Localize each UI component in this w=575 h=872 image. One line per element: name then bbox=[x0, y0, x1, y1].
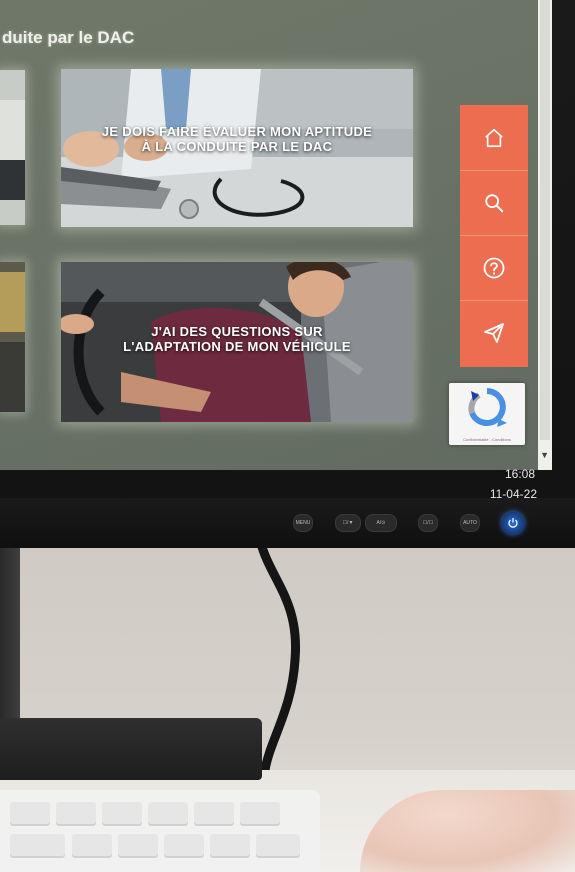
tile-evaluation[interactable]: JE DOIS FAIRE ÉVALUER MON APTITUDE À LA … bbox=[61, 69, 413, 227]
monitor: duite par le DAC JE DOIS FAIRE ÉVALUER M… bbox=[0, 0, 575, 548]
auto-button[interactable]: AUTO bbox=[460, 514, 480, 532]
power-button[interactable] bbox=[502, 512, 524, 534]
search-icon bbox=[485, 193, 504, 212]
tile-evaluation-label: JE DOIS FAIRE ÉVALUER MON APTITUDE À LA … bbox=[101, 124, 373, 154]
tile-vehicle-adaptation[interactable]: J'AI DES QUESTIONS SUR L'ADAPTATION DE M… bbox=[61, 262, 413, 422]
side-menu bbox=[460, 105, 528, 367]
recaptcha-icon bbox=[468, 388, 507, 427]
help-button[interactable] bbox=[460, 235, 528, 301]
recaptcha-badge[interactable]: Confidentialité - Conditions bbox=[449, 383, 525, 445]
monitor-stand-base bbox=[0, 718, 262, 780]
monitor-stand-neck bbox=[0, 540, 20, 740]
page-heading: duite par le DAC bbox=[2, 28, 135, 47]
screen: duite par le DAC JE DOIS FAIRE ÉVALUER M… bbox=[0, 0, 552, 470]
side-tile-bottom-photo bbox=[0, 262, 25, 412]
keyboard bbox=[0, 790, 320, 872]
send-button[interactable] bbox=[460, 300, 528, 365]
send-icon bbox=[484, 322, 504, 343]
input-button[interactable]: ☐/▼ bbox=[335, 514, 361, 532]
monitor-bezel bbox=[0, 498, 575, 548]
home-button[interactable] bbox=[460, 105, 528, 171]
taskbar-time: 16:08 bbox=[504, 467, 535, 481]
power-icon bbox=[508, 518, 518, 528]
help-icon bbox=[483, 257, 505, 278]
mode-button[interactable]: ☐/☐ bbox=[418, 514, 438, 532]
tile-vehicle-adaptation-label: J'AI DES QUESTIONS SUR L'ADAPTATION DE M… bbox=[123, 324, 351, 354]
side-tile-top-photo bbox=[0, 70, 25, 225]
search-button[interactable] bbox=[460, 170, 528, 236]
scrollbar[interactable] bbox=[538, 0, 552, 470]
brightness-button[interactable]: A/⊙ bbox=[365, 514, 397, 532]
side-tile-top[interactable] bbox=[0, 70, 25, 225]
scroll-down-icon[interactable]: ▼ bbox=[540, 450, 549, 460]
home-icon bbox=[485, 128, 503, 147]
side-tile-bottom[interactable] bbox=[0, 262, 25, 412]
menu-button[interactable]: MENU bbox=[293, 514, 313, 532]
recaptcha-links[interactable]: Confidentialité - Conditions bbox=[449, 437, 525, 442]
